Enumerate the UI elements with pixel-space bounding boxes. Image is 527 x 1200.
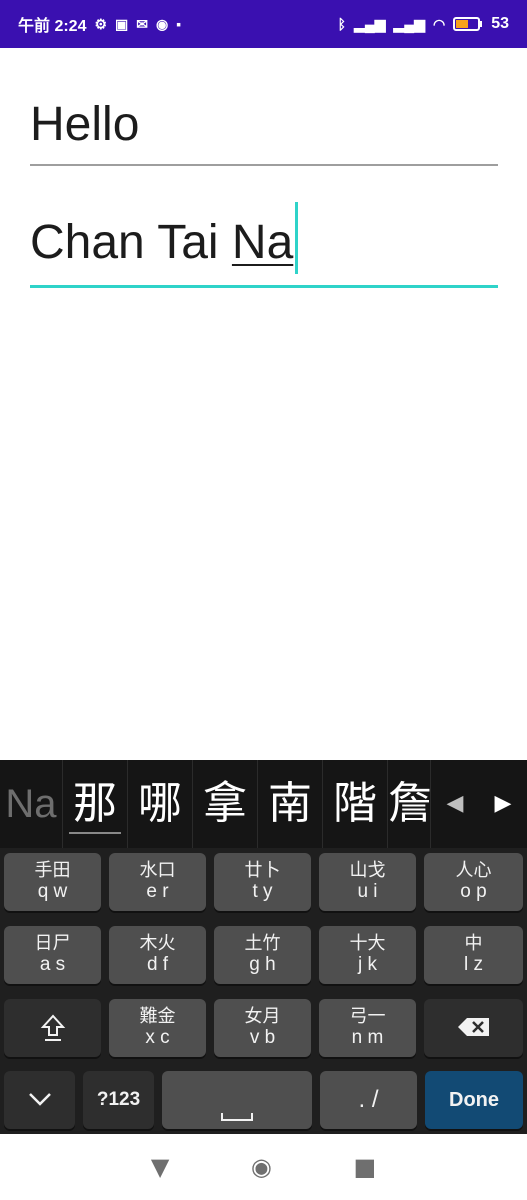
- key-ui[interactable]: 山戈 u i: [319, 853, 416, 911]
- key-xc[interactable]: 難金 x c: [109, 999, 206, 1057]
- key-nm[interactable]: 弓一 n m: [319, 999, 416, 1057]
- key-ty[interactable]: 廿卜 t y: [214, 853, 311, 911]
- key-xc-latin: x c: [145, 1027, 170, 1048]
- signal-icon: ▂▄▆: [393, 16, 425, 32]
- candidate-composing[interactable]: Na: [0, 782, 62, 827]
- mail-icon: ✉: [136, 16, 149, 32]
- chevron-down-icon: [4, 1091, 75, 1111]
- status-left: 午前 2:24 ⚙ ▣ ✉ ◉ ▪: [18, 12, 181, 36]
- hide-keyboard-key[interactable]: [4, 1071, 75, 1129]
- candidate-5[interactable]: 詹: [387, 760, 430, 848]
- bluetooth-icon: ᛒ: [337, 16, 347, 32]
- symbols-key-label: ?123: [96, 1089, 141, 1110]
- backspace-key[interactable]: [424, 999, 523, 1057]
- key-vb-cj: 女月: [244, 1006, 281, 1027]
- space-key[interactable]: [162, 1071, 312, 1129]
- text-field-2-content: Chan Tai Na: [30, 202, 299, 274]
- key-op-cj: 人心: [455, 860, 492, 881]
- done-button[interactable]: Done: [425, 1071, 523, 1129]
- candidate-next-icon[interactable]: ▶: [479, 760, 527, 848]
- key-ui-cj: 山戈: [349, 860, 386, 881]
- text-field-2[interactable]: Chan Tai Na: [30, 202, 498, 288]
- key-vb-latin: v b: [249, 1027, 276, 1048]
- space-bar-icon: [162, 1107, 312, 1126]
- key-jk-latin: j k: [358, 954, 377, 975]
- key-op-latin: o p: [460, 881, 487, 902]
- key-as-latin: a s: [39, 954, 66, 975]
- status-right: ᛒ ▂▄▆ ▂▄▆ ◠ 53: [338, 15, 509, 33]
- navigation-bar: ▼ ◉ ■: [0, 1134, 527, 1200]
- candidate-1[interactable]: 哪: [127, 760, 192, 848]
- key-er[interactable]: 水口 e r: [109, 853, 206, 911]
- image-icon: ▣: [115, 16, 129, 32]
- text-field-2-underline: [30, 285, 498, 288]
- key-jk-cj: 十大: [349, 933, 386, 954]
- key-lz-cj: 中: [464, 933, 483, 954]
- back-icon[interactable]: ▼: [151, 1153, 169, 1181]
- keyboard: Na 那 哪 拿 南 階 詹 ◀ ▶ 手田 q w 水口 e r 廿卜 t y …: [0, 760, 527, 1134]
- backspace-icon: [424, 1017, 523, 1041]
- done-button-label: Done: [449, 1089, 499, 1111]
- key-gh-cj: 土竹: [244, 933, 281, 954]
- candidate-0[interactable]: 那: [62, 760, 127, 848]
- key-gh[interactable]: 土竹 g h: [214, 926, 311, 984]
- text-field-1-value: Hello: [30, 98, 140, 151]
- key-lz-latin: l z: [464, 954, 483, 975]
- status-bar: 午前 2:24 ⚙ ▣ ✉ ◉ ▪ ᛒ ▂▄▆ ▂▄▆ ◠ 53: [0, 0, 527, 48]
- battery-percent: 53: [491, 15, 509, 32]
- candidate-4[interactable]: 階: [322, 760, 387, 848]
- key-as[interactable]: 日尸 a s: [4, 926, 101, 984]
- key-xc-cj: 難金: [139, 1006, 176, 1027]
- key-op[interactable]: 人心 o p: [424, 853, 523, 911]
- candidate-3[interactable]: 南: [257, 760, 322, 848]
- text-field-1-underline: [30, 164, 498, 166]
- key-er-latin: e r: [146, 881, 169, 902]
- punctuation-key[interactable]: . /: [320, 1071, 417, 1129]
- composing-text: Na: [231, 216, 294, 269]
- key-df-cj: 木火: [139, 933, 176, 954]
- recents-icon[interactable]: ■: [353, 1153, 376, 1181]
- wifi-icon: ◠: [432, 16, 446, 32]
- key-nm-latin: n m: [351, 1027, 384, 1048]
- text-cursor: [295, 202, 299, 274]
- key-er-cj: 水口: [139, 860, 176, 881]
- key-ty-cj: 廿卜: [244, 860, 281, 881]
- lock-icon: ▪: [176, 16, 182, 32]
- key-df[interactable]: 木火 d f: [109, 926, 206, 984]
- shift-key[interactable]: [4, 999, 101, 1057]
- key-df-latin: d f: [146, 954, 169, 975]
- home-icon[interactable]: ◉: [251, 1153, 272, 1181]
- key-jk[interactable]: 十大 j k: [319, 926, 416, 984]
- signal-icon: ▂▄▆: [354, 16, 386, 32]
- candidate-bar: Na 那 哪 拿 南 階 詹 ◀ ▶: [0, 760, 527, 848]
- text-field-1[interactable]: Hello: [30, 96, 498, 166]
- key-lz[interactable]: 中 l z: [424, 926, 523, 984]
- key-ui-latin: u i: [357, 881, 378, 902]
- symbols-key[interactable]: ?123: [83, 1071, 154, 1129]
- key-ty-latin: t y: [252, 881, 273, 902]
- key-qw[interactable]: 手田 q w: [4, 853, 101, 911]
- key-vb[interactable]: 女月 v b: [214, 999, 311, 1057]
- key-nm-cj: 弓一: [349, 1006, 386, 1027]
- settings-icon: ⚙: [94, 16, 108, 32]
- status-time: 午前 2:24: [18, 18, 87, 35]
- key-as-cj: 日尸: [34, 933, 71, 954]
- battery-icon: [453, 16, 483, 32]
- candidate-prev-icon[interactable]: ◀: [430, 760, 479, 848]
- text-field-2-value: Chan Tai: [30, 216, 232, 269]
- key-gh-latin: g h: [249, 954, 276, 975]
- key-qw-latin: q w: [37, 881, 68, 902]
- shift-icon: [4, 1013, 101, 1047]
- candidate-2[interactable]: 拿: [192, 760, 257, 848]
- key-qw-cj: 手田: [34, 860, 71, 881]
- punctuation-key-label: . /: [358, 1086, 379, 1113]
- chat-icon: ◉: [156, 16, 169, 32]
